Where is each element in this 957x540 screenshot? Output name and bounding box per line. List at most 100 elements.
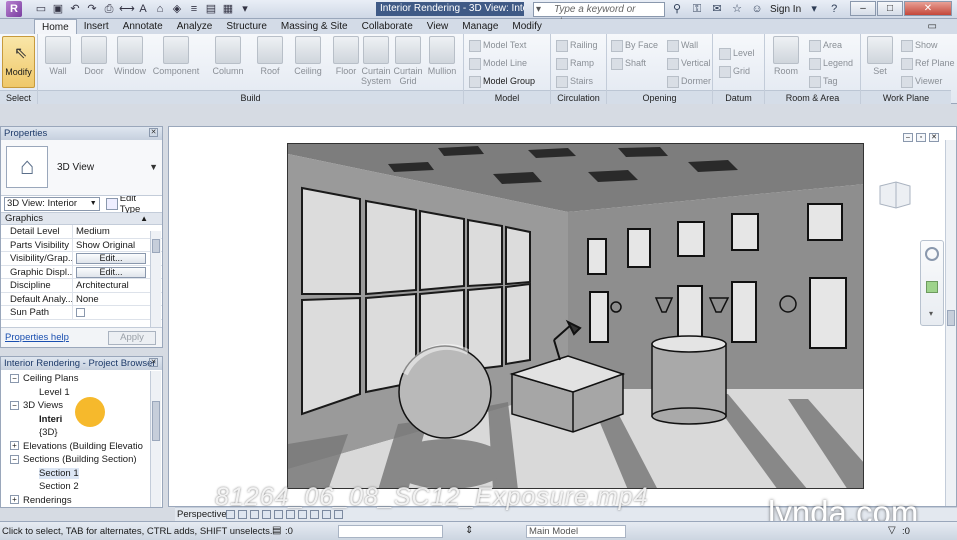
design-option-select[interactable]: Main Model (526, 525, 626, 538)
print-icon[interactable]: ⎙ (102, 2, 116, 16)
browser-item[interactable]: − Sections (Building Section) (10, 454, 137, 466)
chevron-down-icon[interactable]: ▼ (149, 162, 158, 172)
set-button[interactable]: Set (861, 36, 899, 76)
section-icon[interactable]: ◈ (170, 2, 184, 16)
stairs-button[interactable]: Stairs (556, 74, 593, 88)
binoculars-icon[interactable]: ⚲ (670, 2, 684, 16)
expand-icon[interactable]: + (10, 495, 19, 505)
room-button[interactable]: Room (767, 36, 805, 76)
tab-annotate[interactable]: Annotate (116, 19, 170, 34)
modify-button[interactable]: ⇖ Modify (2, 36, 35, 88)
worksets-icon[interactable]: ▤ (272, 525, 281, 536)
railing-button[interactable]: Railing (556, 38, 598, 52)
steering-wheel-icon[interactable] (925, 247, 939, 261)
redo-icon[interactable]: ↷ (85, 2, 99, 16)
area-button[interactable]: Area (809, 38, 842, 52)
browser-item[interactable]: {3D} (39, 427, 58, 439)
window-button[interactable]: Window (112, 36, 148, 76)
browser-item[interactable]: Level 1 (39, 387, 70, 399)
column-button[interactable]: Column (210, 36, 246, 76)
tab-modify[interactable]: Modify (505, 19, 548, 34)
undo-icon[interactable]: ↶ (68, 2, 82, 16)
application-menu-button[interactable]: R (0, 0, 28, 19)
view-close-icon[interactable]: ✕ (929, 133, 939, 142)
show-button[interactable]: Show (901, 38, 938, 52)
browser-item[interactable]: + Elevations (Building Elevatio (10, 441, 143, 453)
close-hidden-icon[interactable]: ▤ (204, 2, 218, 16)
help-icon[interactable]: ? (827, 2, 841, 16)
3d-view-icon[interactable]: ⌂ (153, 2, 167, 16)
browser-item[interactable]: Section 2 (39, 481, 79, 493)
browser-item[interactable]: Section 1 (39, 467, 79, 480)
collapse-icon[interactable]: − (10, 400, 19, 410)
mullion-button[interactable]: Mullion (424, 36, 460, 76)
level-button[interactable]: Level (719, 46, 755, 60)
curtain-system-button[interactable]: Curtain System (358, 36, 394, 86)
tab-manage[interactable]: Manage (455, 19, 505, 34)
close-icon[interactable]: ✕ (149, 358, 158, 367)
roof-button[interactable]: Roof (252, 36, 288, 76)
viewcube[interactable] (876, 180, 914, 210)
view-minimize-icon[interactable]: – (903, 133, 913, 142)
text-icon[interactable]: A (136, 2, 150, 16)
collapse-icon[interactable]: − (10, 454, 19, 464)
save-icon[interactable]: ▣ (51, 2, 65, 16)
scrollbar-thumb[interactable] (152, 401, 160, 441)
viewer-button[interactable]: Viewer (901, 74, 942, 88)
view-instance-select[interactable]: 3D View: Interior ▼ (4, 197, 100, 211)
property-value[interactable]: Medium (73, 225, 148, 238)
browser-item[interactable]: −3D Views (10, 400, 63, 412)
favorites-icon[interactable]: ☆ (730, 2, 744, 16)
scrollbar-thumb[interactable] (152, 239, 160, 253)
dormer-button[interactable]: Dormer (667, 74, 711, 88)
filter-icon[interactable]: ▽ (888, 525, 896, 536)
design-options-icon[interactable]: ⇕ (465, 525, 473, 536)
expand-icon[interactable]: + (10, 441, 19, 451)
drawing-scrollbar[interactable] (945, 140, 956, 506)
ribbon-minimize-icon[interactable]: ▭ (928, 21, 937, 32)
worksets-select[interactable] (338, 525, 443, 538)
tab-collaborate[interactable]: Collaborate (355, 19, 420, 34)
component-button[interactable]: Component (148, 36, 204, 76)
properties-help-link[interactable]: Properties help (5, 332, 69, 343)
sign-in-link[interactable]: Sign In (770, 4, 801, 15)
edit-button[interactable]: Edit... (76, 253, 146, 264)
subscription-icon[interactable]: ⚿ (690, 2, 704, 16)
dropdown-icon[interactable]: ▾ (807, 2, 821, 16)
by-face-button[interactable]: By Face (611, 38, 658, 52)
browser-item[interactable]: + Renderings (10, 495, 72, 507)
property-value[interactable]: Show Original (73, 239, 148, 252)
properties-scrollbar[interactable] (150, 231, 161, 327)
browser-scrollbar[interactable] (150, 371, 161, 507)
close-button[interactable]: ✕ (904, 1, 952, 16)
close-icon[interactable]: ✕ (149, 128, 158, 137)
apply-button[interactable]: Apply (108, 331, 156, 345)
ceiling-button[interactable]: Ceiling (290, 36, 326, 76)
sun-path-checkbox[interactable] (76, 308, 85, 317)
vertical-opening-button[interactable]: Vertical (667, 56, 711, 70)
maximize-button[interactable]: □ (877, 1, 903, 16)
edit-type-button[interactable]: Edit Type (105, 193, 159, 215)
ramp-button[interactable]: Ramp (556, 56, 594, 70)
scrollbar-thumb[interactable] (947, 310, 955, 326)
communication-icon[interactable]: ✉ (710, 2, 724, 16)
wall-opening-button[interactable]: Wall (667, 38, 698, 52)
grid-button[interactable]: Grid (719, 64, 750, 78)
model-text-button[interactable]: Model Text (469, 38, 526, 52)
model-group-button[interactable]: Model Group (469, 74, 535, 88)
measure-icon[interactable]: ⟷ (119, 2, 135, 16)
tab-massing-site[interactable]: Massing & Site (274, 19, 355, 34)
property-value[interactable]: None (73, 293, 148, 306)
tab-view[interactable]: View (420, 19, 456, 34)
door-button[interactable]: Door (76, 36, 112, 76)
rendered-3d-view[interactable] (287, 143, 864, 489)
shaft-button[interactable]: Shaft (611, 56, 646, 70)
ref-plane-button[interactable]: Ref Plane (901, 56, 955, 70)
legend-button[interactable]: Legend (809, 56, 853, 70)
tab-home[interactable]: Home (34, 19, 77, 34)
tab-structure[interactable]: Structure (219, 19, 274, 34)
search-input[interactable]: ▾Type a keyword or phrase (533, 2, 665, 28)
browser-item[interactable]: − Ceiling Plans (10, 373, 78, 385)
view-restore-icon[interactable]: ▫ (916, 133, 926, 142)
nav-options-icon[interactable]: ▾ (929, 309, 933, 318)
